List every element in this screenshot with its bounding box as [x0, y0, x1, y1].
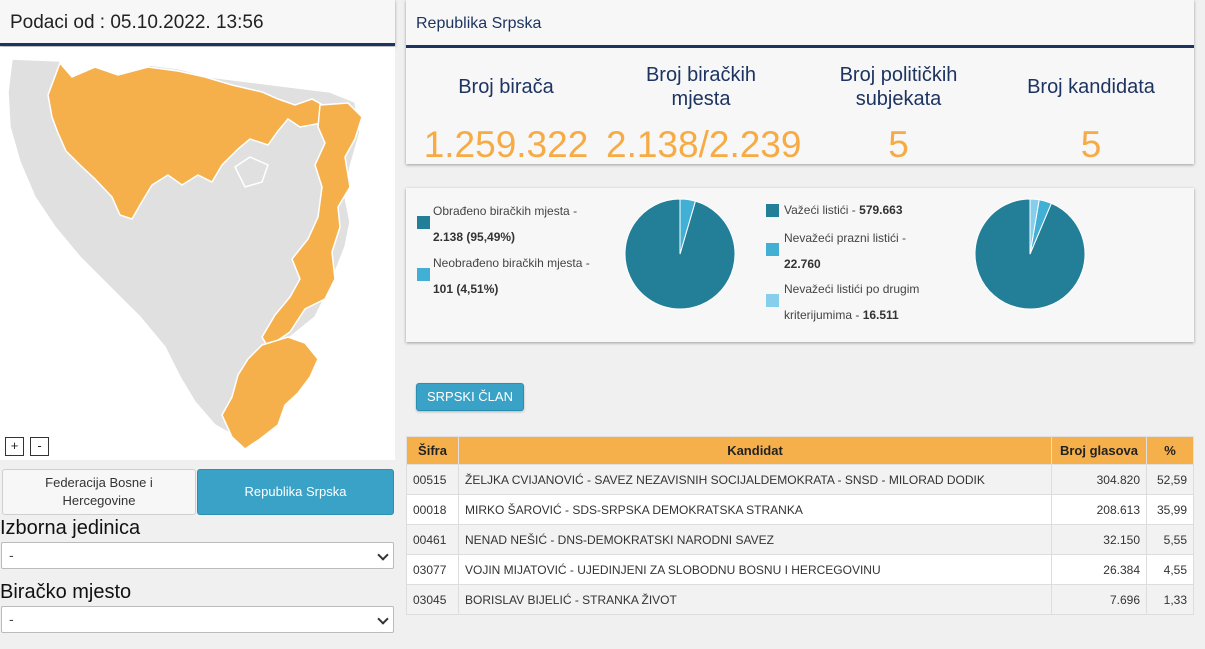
izborna-jedinica-label: Izborna jedinica — [0, 517, 141, 539]
table-row[interactable]: 00461 NENAD NEŠIĆ - DNS-DEMOKRATSKI NAROD… — [406, 524, 1194, 555]
legend-swatch-nevazeci-prazni — [766, 243, 779, 256]
table-row[interactable]: 03045 BORISLAV BIJELIĆ - STRANKA ŽIVOT 7.6… — [406, 584, 1194, 615]
results-table: Šifra Kandidat Broj glasova % 00515 ŽELJK… — [406, 436, 1194, 615]
table-row[interactable]: 00018 MIRKO ŠAROVIĆ - SDS-SRPSKA DEMOKRAT… — [406, 494, 1194, 525]
federacija-bih-button[interactable]: Federacija Bosne i Hercegovine — [2, 469, 196, 515]
srpski-clan-button[interactable]: SRPSKI ČLAN — [416, 383, 524, 411]
zoom-in-button[interactable]: + — [5, 437, 24, 456]
cell-broj-glasova: 32.150 — [1051, 524, 1147, 555]
data-timestamp: Podaci od : 05.10.2022. 13:56 — [10, 12, 264, 33]
cell-procenat: 4,55 — [1146, 554, 1194, 585]
summary-stats-panel: Republika Srpska Broj birača 1.259.322 B… — [406, 0, 1194, 166]
col-sifra[interactable]: Šifra — [406, 436, 459, 465]
stat-broj-politickih-subjekata: Broj političkih subjekata 5 — [806, 62, 991, 166]
stat-value: 5 — [1080, 124, 1102, 165]
col-kandidat[interactable]: Kandidat — [458, 436, 1052, 465]
legend-obradjeno: Obrađeno biračkih mjesta -2.138 (95,49%) — [433, 204, 578, 244]
biracko-mjesto-value: - — [9, 611, 14, 627]
cell-sifra: 00515 — [406, 464, 459, 495]
stat-label: Broj kandidata — [1027, 76, 1155, 98]
legend-swatch-obradjeno — [417, 216, 430, 229]
cell-broj-glasova: 304.820 — [1051, 464, 1147, 495]
cell-procenat: 1,33 — [1146, 584, 1194, 615]
entity-map[interactable] — [0, 47, 395, 460]
zoom-out-button[interactable]: - — [30, 437, 49, 456]
divider — [406, 45, 1194, 48]
results-pies-panel: Obrađeno biračkih mjesta -2.138 (95,49%)… — [406, 188, 1194, 342]
stat-broj-biraca: Broj birača 1.259.322 — [411, 62, 601, 166]
legend-swatch-vazeci — [766, 204, 779, 217]
legend-swatch-nevazeci-drugi — [766, 294, 779, 307]
table-row[interactable]: 03077 VOJIN MIJATOVIĆ - UJEDINJENI ZA SLO… — [406, 554, 1194, 585]
cell-broj-glasova: 26.384 — [1051, 554, 1147, 585]
stat-value: 2.138/2.239 — [606, 124, 802, 165]
entity-title: Republika Srpska — [416, 15, 542, 32]
stat-label: Broj birača — [458, 76, 554, 98]
stat-value: 1.259.322 — [423, 124, 589, 165]
cell-kandidat: BORISLAV BIJELIĆ - STRANKA ŽIVOT — [458, 584, 1052, 615]
republika-srpska-button[interactable]: Republika Srpska — [197, 469, 394, 515]
stat-broj-birackih-mjesta: Broj biračkih mjesta 2.138/2.239 — [606, 62, 802, 166]
cell-sifra: 00018 — [406, 494, 459, 525]
biracko-mjesto-label: Biračko mjesto — [0, 581, 132, 603]
chevron-down-icon — [377, 549, 389, 561]
cell-broj-glasova: 208.613 — [1051, 494, 1147, 525]
stat-label: Broj političkih subjekata — [839, 64, 958, 110]
cell-kandidat: MIRKO ŠAROVIĆ - SDS-SRPSKA DEMOKRATSKA S… — [458, 494, 1052, 525]
cell-procenat: 35,99 — [1146, 494, 1194, 525]
cell-kandidat: NENAD NEŠIĆ - DNS-DEMOKRATSKI NARODNI SA… — [458, 524, 1052, 555]
cell-broj-glasova: 7.696 — [1051, 584, 1147, 615]
stat-broj-kandidata: Broj kandidata 5 — [996, 62, 1186, 166]
table-row[interactable]: 00515 ŽELJKA CVIJANOVIĆ - SAVEZ NEZAVISNI… — [406, 464, 1194, 495]
legend-swatch-neobradjeno — [417, 268, 430, 281]
col-broj-glasova[interactable]: Broj glasova — [1051, 436, 1147, 465]
pie-chart-ballots — [974, 198, 1086, 310]
cell-sifra: 00461 — [406, 524, 459, 555]
stat-value: 5 — [888, 124, 909, 165]
legend-vazeci: Važeći listići - 579.663 — [784, 203, 903, 217]
legend-nevazeci-prazni: Nevažeći prazni listići -22.760 — [784, 231, 907, 271]
cell-kandidat: ŽELJKA CVIJANOVIĆ - SAVEZ NEZAVISNIH SOC… — [458, 464, 1052, 495]
stat-label: Broj biračkih mjesta — [645, 64, 757, 110]
izborna-jedinica-value: - — [9, 547, 14, 563]
cell-kandidat: VOJIN MIJATOVIĆ - UJEDINJENI ZA SLOBODNU… — [458, 554, 1052, 585]
pie-chart-stations — [624, 198, 736, 310]
table-header-row: Šifra Kandidat Broj glasova % — [406, 436, 1194, 465]
legend-neobradjeno: Neobrađeno biračkih mjesta -101 (4,51%) — [433, 256, 590, 296]
cell-sifra: 03045 — [406, 584, 459, 615]
biracko-mjesto-select[interactable]: - — [1, 606, 394, 633]
chevron-down-icon — [377, 613, 389, 625]
data-timestamp-header: Podaci od : 05.10.2022. 13:56 — [0, 0, 395, 46]
cell-procenat: 5,55 — [1146, 524, 1194, 555]
cell-sifra: 03077 — [406, 554, 459, 585]
izborna-jedinica-select[interactable]: - — [1, 542, 394, 569]
cell-procenat: 52,59 — [1146, 464, 1194, 495]
col-procenat[interactable]: % — [1146, 436, 1194, 465]
legend-nevazeci-drugi: Nevažeći listići po drugim kriterijumima… — [784, 282, 920, 322]
